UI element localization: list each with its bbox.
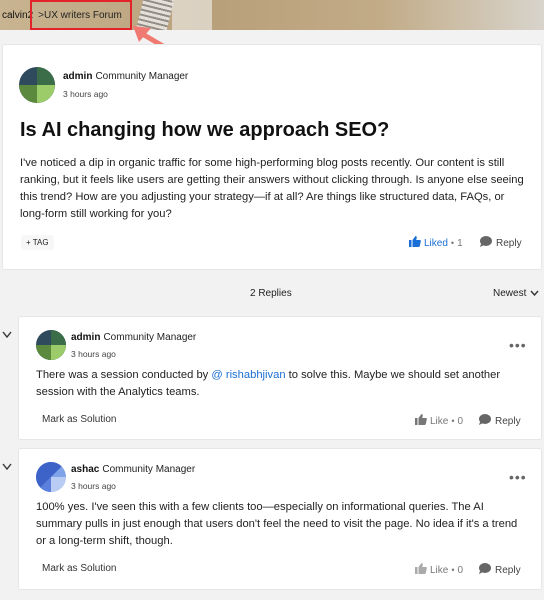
replies-count: 2 Replies bbox=[250, 288, 292, 299]
notebook-paper-image bbox=[172, 0, 212, 30]
more-options-icon[interactable]: ••• bbox=[509, 470, 527, 484]
author-avatar[interactable] bbox=[36, 462, 66, 492]
at-icon: @ bbox=[211, 369, 226, 381]
speech-bubble-icon bbox=[480, 236, 492, 250]
post-author-name[interactable]: admin bbox=[63, 71, 92, 82]
separator-dot: • bbox=[450, 238, 455, 248]
reply-body: 100% yes. I've seen this with a few clie… bbox=[36, 501, 518, 547]
mark-as-solution-button[interactable]: Mark as Solution bbox=[42, 563, 116, 574]
add-tag-button[interactable]: + TAG bbox=[21, 235, 54, 250]
reply-like-button[interactable]: Like • 0 bbox=[415, 414, 463, 428]
author-avatar[interactable] bbox=[36, 330, 66, 360]
post-card: admin Community Manager 3 hours ago Is AI… bbox=[2, 44, 542, 270]
reply-timestamp: 3 hours ago bbox=[71, 349, 116, 359]
like-label: Like bbox=[430, 415, 449, 427]
reply-label: Reply bbox=[495, 415, 521, 427]
post-reply-button[interactable]: Reply bbox=[480, 236, 522, 250]
reply-timestamp: 3 hours ago bbox=[71, 481, 116, 491]
post-author-role: Community Manager bbox=[95, 71, 189, 82]
chevron-down-icon bbox=[2, 331, 12, 339]
reply-author-name[interactable]: ashac bbox=[71, 464, 99, 475]
breadcrumb-forum-link[interactable]: UX writers Forum bbox=[30, 0, 132, 30]
mention-link[interactable]: @ rishabhjivan bbox=[211, 369, 285, 381]
reply-body-text: There was a session conducted by bbox=[36, 369, 212, 381]
post-body: I've noticed a dip in organic traffic fo… bbox=[20, 157, 524, 220]
breadcrumb-home-link[interactable]: calvin2 bbox=[0, 10, 33, 21]
collapse-reply-toggle[interactable] bbox=[2, 330, 12, 341]
reply-author-role: Community Manager bbox=[103, 332, 197, 343]
thumbs-up-icon bbox=[415, 414, 427, 428]
reply-reply-button[interactable]: Reply bbox=[479, 414, 521, 428]
reply-author-name[interactable]: admin bbox=[71, 332, 100, 343]
reply-card: admin Community Manager 3 hours ago ••• T… bbox=[18, 316, 542, 440]
collapse-reply-toggle[interactable] bbox=[2, 462, 12, 473]
speech-bubble-icon bbox=[479, 414, 491, 428]
separator-dot: • bbox=[451, 565, 455, 575]
thumbs-up-icon bbox=[415, 563, 427, 577]
post-timestamp: 3 hours ago bbox=[63, 89, 108, 99]
reply-card: ashac Community Manager 3 hours ago ••• 1… bbox=[18, 448, 542, 590]
reply-body: There was a session conducted by @ risha… bbox=[36, 367, 526, 401]
sort-label: Newest bbox=[493, 288, 527, 299]
like-label: Like bbox=[430, 564, 449, 576]
chevron-down-icon bbox=[530, 288, 539, 299]
speech-bubble-icon bbox=[479, 563, 491, 577]
like-count: 1 bbox=[457, 237, 463, 249]
post-author-line: admin Community Manager bbox=[63, 71, 188, 82]
breadcrumb-forum-label: UX writers Forum bbox=[44, 9, 122, 21]
reply-like-button[interactable]: Like • 0 bbox=[415, 563, 463, 577]
thumbs-up-icon bbox=[409, 236, 421, 250]
reply-author-role: Community Manager bbox=[102, 464, 196, 475]
liked-label: Liked bbox=[424, 237, 448, 249]
author-avatar[interactable] bbox=[19, 67, 55, 103]
reply-reply-button[interactable]: Reply bbox=[479, 563, 521, 577]
chevron-down-icon bbox=[2, 463, 12, 471]
like-count: 0 bbox=[457, 564, 464, 576]
post-title: Is AI changing how we approach SEO? bbox=[20, 119, 390, 141]
post-like-button[interactable]: Liked • 1 bbox=[409, 236, 463, 250]
reply-author-line: admin Community Manager bbox=[71, 332, 196, 343]
like-count: 0 bbox=[457, 415, 464, 427]
reply-author-line: ashac Community Manager bbox=[71, 464, 195, 475]
mention-username: rishabhjivan bbox=[225, 369, 286, 381]
sort-dropdown[interactable]: Newest bbox=[493, 288, 539, 299]
reply-label: Reply bbox=[496, 237, 522, 249]
separator-dot: • bbox=[451, 416, 455, 426]
mark-as-solution-button[interactable]: Mark as Solution bbox=[42, 414, 116, 425]
reply-label: Reply bbox=[495, 564, 521, 576]
more-options-icon[interactable]: ••• bbox=[509, 338, 527, 352]
